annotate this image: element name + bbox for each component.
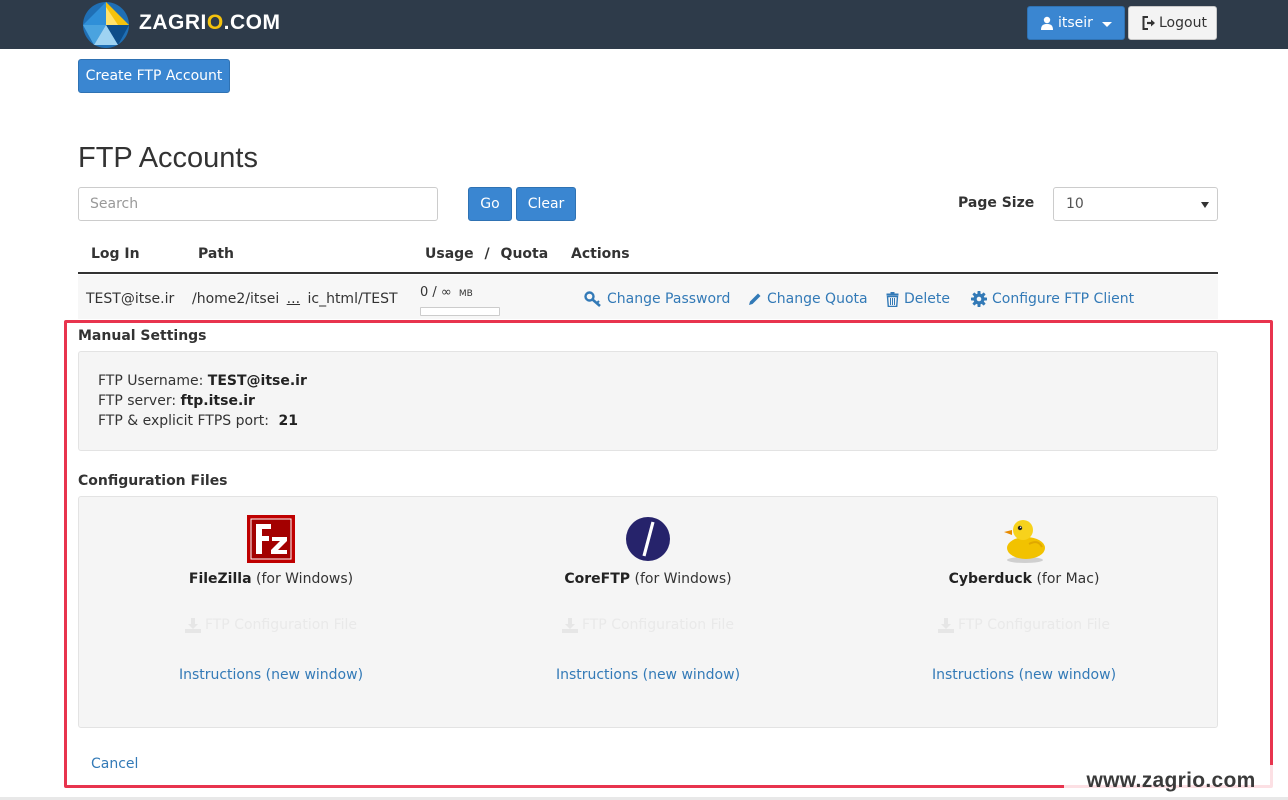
coreftp-platform: (for Windows) <box>634 571 732 587</box>
page-title: FTP Accounts <box>78 142 258 174</box>
coreftp-config-file-label: FTP Configuration File <box>581 617 735 633</box>
column-header-actions: Actions <box>571 246 630 262</box>
page-size-label: Page Size <box>958 195 1035 211</box>
delete-link[interactable]: Delete <box>886 291 950 307</box>
ftp-port-line: FTP & explicit FTPS port: 21 <box>98 413 298 429</box>
coreftp-instructions-link[interactable]: Instructions (new window) <box>528 667 768 683</box>
select-arrow-icon <box>1201 202 1209 208</box>
row-path: /home2/itsei ... ic_html/TEST <box>192 291 398 307</box>
logout-button[interactable]: Logout <box>1128 6 1217 40</box>
cyberduck-icon <box>1004 520 1045 563</box>
ftp-username-line: FTP Username: TEST@itse.ir <box>98 373 307 389</box>
watermark: www.zagrio.com <box>1064 765 1278 797</box>
ftp-username-value: TEST@itse.ir <box>207 373 307 389</box>
manual-settings-title: Manual Settings <box>78 328 207 344</box>
filezilla-icon <box>247 515 295 563</box>
top-bar: ZAGRIO.COM itseir Logout <box>0 0 1288 49</box>
table-header-divider <box>78 272 1218 274</box>
cyberduck-config-file-label: FTP Configuration File <box>957 617 1111 633</box>
ftp-server-line: FTP server: ftp.itse.ir <box>98 393 255 409</box>
quota-header-label: Quota <box>500 246 549 262</box>
configuration-files-title: Configuration Files <box>78 473 228 489</box>
row-usage: 0 / ∞ MB <box>420 285 473 300</box>
filezilla-config-file-label: FTP Configuration File <box>204 617 358 633</box>
brand-name[interactable]: ZAGRIO.COM <box>139 11 281 35</box>
ftp-port-value: 21 <box>278 413 298 429</box>
usage-quota-separator: / <box>484 246 490 262</box>
column-header-path[interactable]: Path <box>198 246 234 262</box>
path-start: /home2/itsei <box>192 291 280 307</box>
pencil-icon <box>749 293 761 305</box>
download-icon <box>561 617 578 633</box>
trash-icon <box>886 291 899 307</box>
user-name: itseir <box>1058 15 1093 31</box>
coreftp-icon <box>626 517 670 561</box>
cyberduck-platform: (for Mac) <box>1036 571 1100 587</box>
logout-label: Logout <box>1159 15 1207 31</box>
page-size-select[interactable]: 10 <box>1053 187 1218 221</box>
ftp-server-label: FTP server: <box>98 393 177 409</box>
coreftp-name: CoreFTP (for Windows) <box>528 571 768 587</box>
go-button[interactable]: Go <box>468 187 512 221</box>
filezilla-platform: (for Windows) <box>255 571 354 587</box>
gear-icon <box>971 291 987 307</box>
change-password-link[interactable]: Change Password <box>584 291 730 307</box>
row-login: TEST@itse.ir <box>86 291 175 307</box>
user-icon <box>1041 16 1053 30</box>
page-size-value: 10 <box>1066 196 1084 212</box>
chevron-down-icon <box>1102 22 1112 27</box>
user-menu-button[interactable]: itseir <box>1027 6 1125 40</box>
usage-value: 0 / ∞ <box>420 285 452 300</box>
usage-header-label: Usage <box>425 246 474 262</box>
logout-icon <box>1142 16 1155 30</box>
zagrio-logo-icon[interactable] <box>82 1 130 49</box>
change-password-label: Change Password <box>607 291 731 307</box>
cyberduck-instructions-link[interactable]: Instructions (new window) <box>904 667 1144 683</box>
column-header-usage[interactable]: Usage / Quota <box>425 246 548 262</box>
usage-unit: MB <box>458 289 473 299</box>
configure-ftp-client-link[interactable]: Configure FTP Client <box>971 291 1134 307</box>
coreftp-title: CoreFTP <box>564 571 631 587</box>
column-header-login[interactable]: Log In <box>91 246 140 262</box>
change-quota-link[interactable]: Change Quota <box>748 291 868 307</box>
search-input[interactable] <box>78 187 438 221</box>
change-quota-label: Change Quota <box>767 291 868 307</box>
delete-label: Delete <box>904 291 950 307</box>
ftp-port-label: FTP & explicit FTPS port: <box>98 413 270 429</box>
key-icon <box>584 291 601 307</box>
ftp-server-value: ftp.itse.ir <box>180 393 255 409</box>
cyberduck-config-file-link[interactable]: FTP Configuration File <box>904 617 1144 633</box>
coreftp-config-file-link[interactable]: FTP Configuration File <box>528 617 768 633</box>
path-expand-link[interactable]: ... <box>287 291 300 307</box>
download-icon <box>937 617 954 633</box>
create-ftp-account-button[interactable]: Create FTP Account <box>78 59 230 93</box>
cyberduck-title: Cyberduck <box>948 571 1032 587</box>
filezilla-title: FileZilla <box>188 571 252 587</box>
cyberduck-name: Cyberduck (for Mac) <box>904 571 1144 587</box>
filezilla-name: FileZilla (for Windows) <box>151 571 391 587</box>
configure-ftp-client-label: Configure FTP Client <box>992 291 1135 307</box>
path-end: ic_html/TEST <box>307 291 398 307</box>
download-icon <box>184 617 201 633</box>
filezilla-instructions-link[interactable]: Instructions (new window) <box>151 667 391 683</box>
ftp-username-label: FTP Username: <box>98 373 204 389</box>
usage-progress-bar <box>420 307 500 316</box>
clear-button[interactable]: Clear <box>516 187 576 221</box>
filezilla-config-file-link[interactable]: FTP Configuration File <box>151 617 391 633</box>
cancel-link[interactable]: Cancel <box>91 756 138 772</box>
